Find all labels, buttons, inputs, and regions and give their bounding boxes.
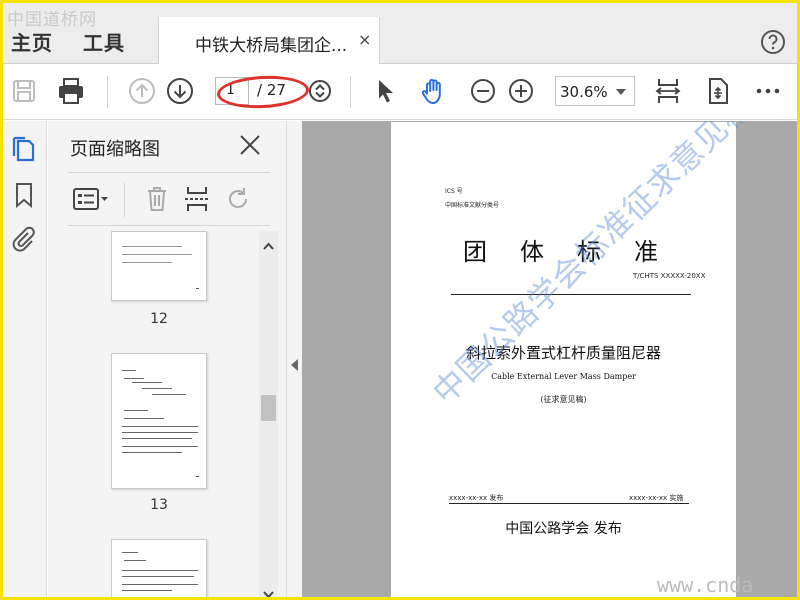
document-tab[interactable]: 中铁大桥局集团企... ×	[158, 17, 380, 65]
zoom-value: 30.6%	[560, 83, 608, 101]
delete-icon[interactable]	[142, 184, 172, 214]
thumbnail-text-line	[122, 590, 172, 591]
navigation-rail	[3, 121, 47, 597]
thumbnail-label: 13	[150, 497, 168, 513]
scrollbar-thumb[interactable]	[261, 395, 276, 421]
standard-number: T/CHTS XXXXX-20XX	[633, 272, 706, 280]
toolbar-divider	[107, 76, 108, 108]
toolbar-divider	[124, 183, 125, 217]
document-tab-title: 中铁大桥局集团企...	[195, 36, 348, 56]
classification-number: 中国标准文献分类号	[445, 202, 500, 209]
extract-pages-icon[interactable]	[182, 184, 212, 214]
panel-toolbar	[68, 172, 270, 226]
bookmark-icon[interactable]	[10, 181, 38, 209]
thumbnail-text-line	[122, 254, 192, 255]
page-stepper-icon[interactable]	[305, 76, 335, 106]
more-icon[interactable]	[753, 76, 783, 106]
thumbnail-text-line	[122, 262, 172, 263]
thumbnail-text-line	[122, 432, 198, 433]
thumbnail-text-line	[122, 446, 198, 447]
ics-number: ICS 号	[445, 188, 463, 195]
thumbnail-text-line	[124, 410, 148, 411]
zoom-select[interactable]: 30.6%	[555, 76, 635, 106]
thumbnail-text-line	[122, 438, 192, 439]
select-cursor-icon[interactable]	[371, 76, 401, 106]
chevron-down-icon	[616, 89, 626, 95]
panel-title: 页面缩略图	[70, 139, 160, 160]
chevron-left-icon	[291, 359, 298, 371]
full-screen-icon[interactable]	[703, 76, 733, 106]
thumbnail-text-line	[142, 388, 172, 389]
thumbnail-text-line	[124, 560, 146, 561]
thumbnail-list: 12 13	[68, 231, 258, 597]
page-up-icon[interactable]	[127, 76, 157, 106]
menu-home[interactable]: 主页	[11, 27, 53, 56]
options-menu-icon[interactable]	[72, 184, 112, 214]
thumbnail-text-line	[122, 584, 198, 585]
rotate-icon[interactable]	[224, 184, 254, 214]
page-thumbnails-icon[interactable]	[10, 135, 38, 163]
thumbnail-page-number	[196, 288, 199, 289]
thumbnail-text-line	[132, 382, 162, 383]
thumbnail-text-line	[122, 452, 182, 453]
tab-bar: 中国道桥网 主页 工具 中铁大桥局集团企... ×	[3, 3, 797, 65]
publisher: 中国公路学会 发布	[505, 521, 622, 537]
close-icon[interactable]	[238, 133, 262, 157]
thumbnails-panel: 页面缩略图 12 13	[48, 121, 286, 597]
thumbnail-text-line	[122, 576, 194, 577]
main-toolbar: 1 / 27 30.6%	[3, 64, 797, 120]
thumbnail-page-number	[196, 476, 199, 477]
chevron-down-icon[interactable]	[263, 585, 274, 597]
effective-date: xxxx-xx-xx 实施	[629, 494, 684, 502]
fit-page-icon[interactable]	[653, 76, 683, 106]
thumbnail-scrollbar[interactable]	[259, 231, 278, 597]
thumbnail-text-line	[122, 426, 198, 427]
hand-tool-icon[interactable]	[419, 76, 449, 106]
document-view[interactable]: ICS 号 中国标准文献分类号 团体标准 T/CHTS XXXXX-20XX 斜…	[302, 121, 797, 597]
save-icon[interactable]	[9, 76, 39, 106]
chevron-up-icon[interactable]	[263, 237, 274, 250]
thumbnail-text-line	[122, 246, 182, 247]
page-number-input[interactable]: 1	[215, 77, 249, 105]
page-down-icon[interactable]	[165, 76, 195, 106]
thumbnail-text-line	[122, 570, 198, 571]
page-total: / 27	[257, 81, 286, 99]
panel-collapse-handle[interactable]	[286, 121, 302, 597]
close-icon[interactable]: ×	[358, 30, 371, 49]
thumbnail-text-line	[122, 552, 138, 553]
issue-date: xxxx-xx-xx 发布	[449, 494, 504, 502]
thumbnail-text-line	[152, 394, 186, 395]
zoom-in-icon[interactable]	[506, 76, 536, 106]
thumbnail-page-14[interactable]	[111, 539, 207, 597]
thumbnail-text-line	[122, 370, 136, 371]
thumbnail-text-line	[124, 378, 144, 379]
toolbar-divider	[350, 76, 351, 108]
help-icon[interactable]	[760, 29, 786, 55]
thumbnail-text-line	[124, 418, 164, 419]
menu-tools[interactable]: 工具	[83, 27, 125, 56]
thumbnail-page-13[interactable]	[111, 353, 207, 489]
site-watermark-bottom: www.cnda	[657, 573, 754, 597]
footer-rule	[449, 503, 689, 504]
thumbnail-label: 12	[150, 311, 168, 327]
document-page: ICS 号 中国标准文献分类号 团体标准 T/CHTS XXXXX-20XX 斜…	[391, 121, 760, 597]
print-icon[interactable]	[56, 76, 86, 106]
thumbnail-page-12[interactable]	[111, 231, 207, 301]
attachment-icon[interactable]	[10, 225, 38, 253]
app-window: 中国道桥网 主页 工具 中铁大桥局集团企... × 1 / 27 30.6% 页…	[0, 0, 800, 600]
draft-watermark: 中国公路学会标准征求意见稿	[425, 121, 761, 412]
zoom-out-icon[interactable]	[468, 76, 498, 106]
